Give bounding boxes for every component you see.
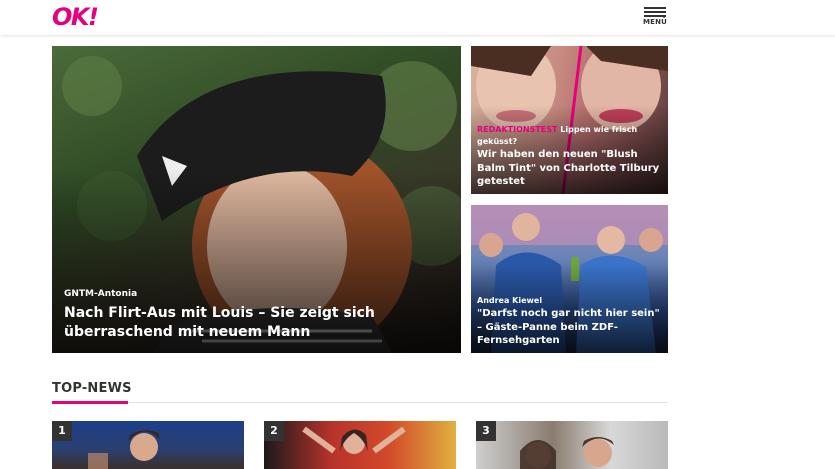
top-news-tile[interactable]: 3 — [476, 421, 668, 469]
top-news-heading: TOP-NEWS — [52, 381, 132, 396]
ok-logo[interactable]: OK! — [52, 3, 99, 31]
editorial-test-label: REDAKTIONSTEST — [477, 125, 558, 135]
menu-label: MENÜ — [642, 18, 668, 26]
hero-headline[interactable]: Nach Flirt-Aus mit Louis – Sie zeigt sic… — [64, 304, 453, 341]
top-news-tile[interactable]: 1 — [52, 421, 244, 469]
side-card-2-headline[interactable]: "Darfst noch gar nicht hier sein" – Gäst… — [477, 307, 660, 347]
hamburger-icon — [644, 7, 666, 17]
top-news-image-2 — [302, 426, 406, 454]
side-article-card[interactable]: REDAKTIONSTEST Lippen wie frisch geküsst… — [471, 46, 668, 194]
rank-badge: 2 — [264, 421, 284, 441]
side-card-1-headline[interactable]: Wir haben den neuen "Blush Balm Tint" vo… — [477, 148, 660, 188]
menu-button[interactable]: MENÜ — [642, 7, 668, 29]
rank-badge: 3 — [476, 421, 496, 441]
rank-badge: 1 — [52, 421, 72, 441]
hero-article-card[interactable]: GNTM-Antonia Nach Flirt-Aus mit Louis – … — [52, 46, 461, 353]
top-news-tile[interactable]: 2 — [264, 421, 456, 469]
section-accent-line — [52, 401, 128, 404]
side-article-card[interactable]: Andrea Kiewel "Darfst noch gar nicht hie… — [471, 205, 668, 353]
top-news-image-1 — [88, 430, 160, 469]
section-divider — [52, 402, 668, 403]
side-card-1-kicker: REDAKTIONSTEST Lippen wie frisch geküsst… — [477, 124, 660, 148]
side-card-2-kicker: Andrea Kiewel — [477, 296, 543, 306]
site-header: OK! MENÜ — [0, 0, 835, 35]
top-news-image-3 — [520, 437, 614, 469]
hero-kicker: GNTM-Antonia — [64, 289, 138, 300]
